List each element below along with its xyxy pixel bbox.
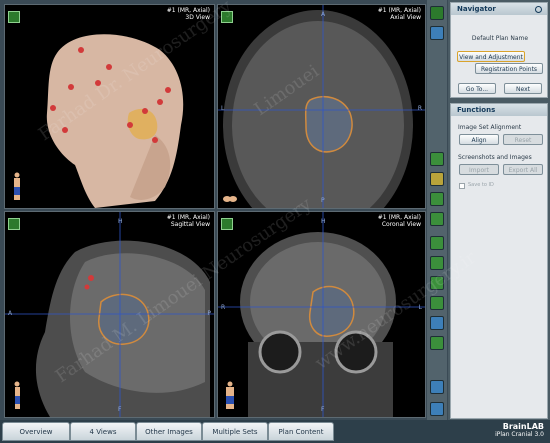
axis-label-left: L — [221, 105, 225, 112]
magnify-icon[interactable] — [430, 212, 444, 226]
view-adjust-button[interactable]: View and Adjustment — [457, 51, 525, 62]
viewport-sagittal[interactable]: #1 (MR, Axial) Sagittal View H F A P — [4, 211, 215, 418]
axis-label-top: H — [118, 218, 123, 225]
image-set-label: #1 (MR, Axial) — [166, 7, 210, 14]
tool-strip — [427, 0, 447, 420]
windowing-icon[interactable] — [430, 192, 444, 206]
plan-name: Default Plan Name — [471, 35, 529, 42]
viewport-toolbar — [8, 215, 22, 234]
orientation-feet-icon — [223, 196, 237, 202]
flag-icon[interactable] — [430, 336, 444, 350]
view-maximize-icon[interactable] — [221, 218, 233, 230]
next-button[interactable]: Next — [504, 83, 542, 94]
import-button[interactable]: Import — [459, 164, 499, 175]
axis-label-bottom: F — [118, 406, 122, 413]
brand-name: BrainLAB — [502, 422, 544, 431]
axis-label-right: R — [417, 105, 422, 112]
viewport-axial[interactable]: #1 (MR, Axial) Axial View A P L R — [217, 4, 426, 209]
eye-icon[interactable] — [430, 380, 444, 394]
view-name: Axial View — [390, 14, 421, 21]
view-maximize-icon[interactable] — [8, 11, 20, 23]
save-checkbox-label: Save to ID — [468, 182, 494, 188]
axis-label-left: R — [221, 304, 226, 311]
view-name: Coronal View — [381, 221, 421, 228]
orientation-figure-icon — [14, 381, 20, 409]
viewport-coronal[interactable]: #1 (MR, Axial) Coronal View H F R L — [217, 211, 426, 418]
viewport-toolbar — [221, 215, 235, 234]
tab-other-images[interactable]: Other Images — [136, 422, 202, 441]
viewport-title: #1 (MR, Axial) 3D View — [167, 7, 210, 21]
right-panel: Navigator Default Plan Name View and Adj… — [448, 0, 550, 420]
axis-label-left: A — [8, 310, 13, 317]
viewport-title: #1 (MR, Axial) Sagittal View — [167, 214, 210, 228]
orientation-figure-icon — [14, 172, 20, 200]
orientation-figure-icon — [226, 381, 234, 409]
functions-section: Functions Image Set Alignment Align Rese… — [450, 103, 548, 419]
view-name: Sagittal View — [170, 221, 210, 228]
axis-label-bottom: P — [321, 197, 325, 204]
brand-logo: BrainLAB iPlan Cranial 3.0 — [495, 422, 544, 438]
histogram-icon[interactable] — [430, 256, 444, 270]
pan-icon[interactable] — [430, 172, 444, 186]
axis-label-bottom: F — [321, 406, 325, 413]
head-3d-render — [46, 34, 184, 208]
viewport-3d[interactable]: #1 (MR, Axial) 3D View — [4, 4, 215, 209]
alignment-title: Image Set Alignment — [458, 124, 522, 131]
layout-icon[interactable] — [430, 6, 444, 20]
image-set-label: #1 (MR, Axial) — [377, 214, 421, 221]
registration-points-button[interactable]: Registration Points — [475, 63, 543, 74]
go-to-button[interactable]: Go To... — [458, 83, 496, 94]
rotate-icon[interactable] — [430, 316, 444, 330]
tab-multiple-sets[interactable]: Multiple Sets — [202, 422, 268, 441]
viewport-toolbar — [8, 8, 22, 27]
viewport-toolbar — [221, 8, 235, 27]
ruler-icon[interactable] — [430, 276, 444, 290]
grid-icon[interactable] — [430, 402, 444, 416]
view-name: 3D View — [185, 14, 210, 21]
angle-icon[interactable] — [430, 296, 444, 310]
sagittal-mri-image — [5, 212, 214, 417]
axial-mri-image — [218, 5, 425, 208]
viewport-title: #1 (MR, Axial) Axial View — [378, 7, 421, 21]
axis-label-right: P — [207, 310, 211, 317]
main-tab-bar: Overview 4 Views Other Images Multiple S… — [0, 420, 550, 443]
functions-header: Functions — [451, 104, 547, 116]
save-checkbox[interactable] — [459, 183, 465, 189]
navigator-section: Navigator Default Plan Name View and Adj… — [450, 2, 548, 98]
axis-label-right: L — [418, 304, 422, 311]
image-set-label: #1 (MR, Axial) — [377, 7, 421, 14]
tab-4-views[interactable]: 4 Views — [70, 422, 136, 441]
navigator-title: Navigator — [457, 5, 496, 13]
power-icon[interactable] — [535, 6, 542, 13]
axis-label-top: A — [321, 11, 326, 18]
screenshots-title: Screenshots and Images — [458, 154, 532, 161]
measure-icon[interactable] — [430, 236, 444, 250]
viewport-title: #1 (MR, Axial) Coronal View — [378, 214, 421, 228]
export-all-button[interactable]: Export All — [503, 164, 543, 175]
wrench-icon[interactable] — [430, 26, 444, 40]
navigator-header: Navigator — [451, 3, 547, 15]
view-maximize-icon[interactable] — [221, 11, 233, 23]
tab-overview[interactable]: Overview — [2, 422, 70, 441]
image-set-label: #1 (MR, Axial) — [166, 214, 210, 221]
reset-button[interactable]: Reset — [503, 134, 543, 145]
axis-label-top: H — [321, 218, 326, 225]
align-button[interactable]: Align — [459, 134, 499, 145]
tab-plan-content[interactable]: Plan Content — [268, 422, 334, 441]
app-window: #1 (MR, Axial) 3D View #1 (MR, Axial) Ax… — [0, 0, 550, 443]
zoom-icon[interactable] — [430, 152, 444, 166]
coronal-mri-image — [218, 212, 425, 417]
view-maximize-icon[interactable] — [8, 218, 20, 230]
product-name: iPlan Cranial 3.0 — [495, 431, 544, 438]
